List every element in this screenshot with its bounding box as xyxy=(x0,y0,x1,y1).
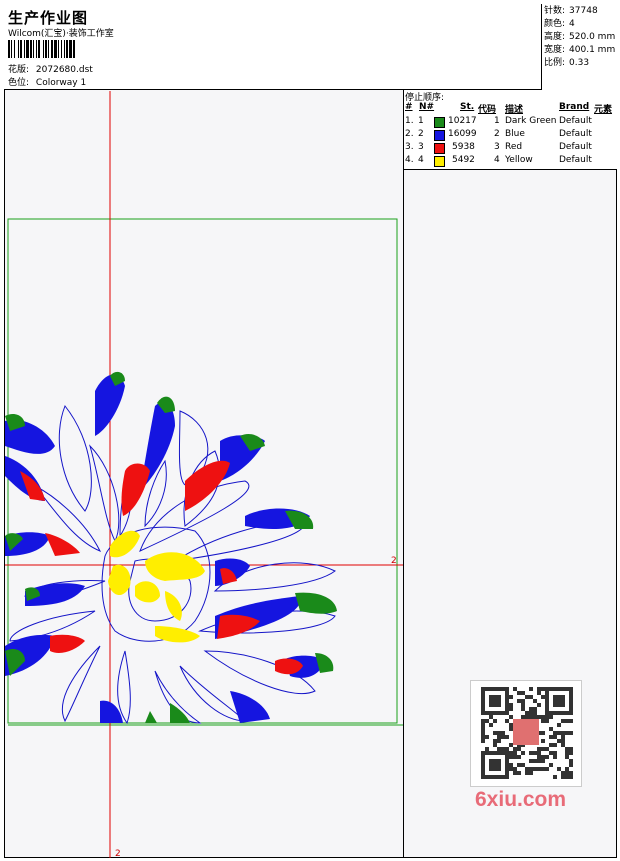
col-header-num: # xyxy=(405,102,413,112)
col-header-st: St. xyxy=(460,102,475,112)
table-row: 2. 2 16099 2 Blue Default xyxy=(404,129,618,142)
row-desc: Red xyxy=(505,142,523,152)
design-stats: 针数: 37748 颜色: 4 高度: 520.0 mm 宽度: 400.1 mm 比例… xyxy=(541,4,617,90)
row-brand: Default xyxy=(559,116,592,126)
row-desc: Dark Green xyxy=(505,116,557,126)
row-stitches: 16099 xyxy=(448,129,477,139)
row-brand: Default xyxy=(559,142,592,152)
row-n: 4 xyxy=(418,155,424,165)
row-stitches: 10217 xyxy=(448,116,477,126)
row-code: 4 xyxy=(494,155,500,165)
row-code: 1 xyxy=(494,116,500,126)
color-swatch xyxy=(434,143,445,154)
design-file-value: 2072680.dst xyxy=(35,65,93,75)
colors-label: 颜色: xyxy=(544,19,566,29)
design-canvas: 2 2 xyxy=(5,91,403,858)
table-row: 4. 4 5492 4 Yellow Default xyxy=(404,155,618,168)
stitches-label: 针数: xyxy=(544,6,566,16)
color-swatch xyxy=(434,117,445,128)
studio-name: Wilcom(汇宝)·装饰工作室 xyxy=(8,29,114,39)
design-file-row: 花版: 2072680.dst xyxy=(8,62,93,75)
scale-value: 0.33 xyxy=(569,58,590,68)
barcode xyxy=(8,40,144,58)
row-num: 1. xyxy=(405,116,414,126)
width-value: 400.1 mm xyxy=(569,45,616,55)
table-row: 1. 1 10217 1 Dark Green Default xyxy=(404,116,618,129)
row-n: 2 xyxy=(418,129,424,139)
colorway-row: 色位: Colorway 1 xyxy=(8,75,86,88)
col-header-brand: Brand xyxy=(559,102,590,112)
row-n: 1 xyxy=(418,116,424,126)
color-swatch xyxy=(434,156,445,167)
design-file-label: 花版: xyxy=(8,65,30,75)
qr-code-image xyxy=(481,687,573,779)
col-header-desc: 描述 xyxy=(505,105,524,115)
row-code: 3 xyxy=(494,142,500,152)
row-code: 2 xyxy=(494,129,500,139)
row-num: 3. xyxy=(405,142,414,152)
row-desc: Yellow xyxy=(505,155,533,165)
row-num: 4. xyxy=(405,155,414,165)
panel-divider xyxy=(403,170,404,858)
qr-code-watermark xyxy=(470,680,582,787)
colorway-value: Colorway 1 xyxy=(35,78,87,88)
row-n: 3 xyxy=(418,142,424,152)
stitches-value: 37748 xyxy=(569,6,598,16)
colors-value: 4 xyxy=(569,19,575,29)
header-block: 生产作业图 Wilcom(汇宝)·装饰工作室 花版: 2072680.dst 色… xyxy=(4,4,617,90)
height-label: 高度: xyxy=(544,32,566,42)
colorway-label: 色位: xyxy=(8,78,30,88)
row-stitches: 5492 xyxy=(452,155,475,165)
color-swatch xyxy=(434,130,445,141)
row-brand: Default xyxy=(559,155,592,165)
col-header-n: N# xyxy=(419,102,435,112)
height-value: 520.0 mm xyxy=(569,32,616,42)
col-header-code: 代码 xyxy=(478,105,497,115)
row-stitches: 5938 xyxy=(452,142,475,152)
width-label: 宽度: xyxy=(544,45,566,55)
table-row: 3. 3 5938 3 Red Default xyxy=(404,142,618,155)
scale-label: 比例: xyxy=(544,58,566,68)
stop-sequence-panel: 停止顺序: # N# St. 代码 描述 Brand 元素 1. 1 10217… xyxy=(403,90,617,170)
flower-design xyxy=(5,371,337,725)
row-num: 2. xyxy=(405,129,414,139)
col-header-element: 元素 xyxy=(594,105,613,115)
site-watermark: 6xiu.com xyxy=(475,788,567,811)
row-brand: Default xyxy=(559,129,592,139)
crosshair-mark-right: 2 xyxy=(391,556,397,566)
row-desc: Blue xyxy=(505,129,525,139)
crosshair-mark-bottom: 2 xyxy=(115,849,121,858)
page-title: 生产作业图 xyxy=(8,9,89,27)
